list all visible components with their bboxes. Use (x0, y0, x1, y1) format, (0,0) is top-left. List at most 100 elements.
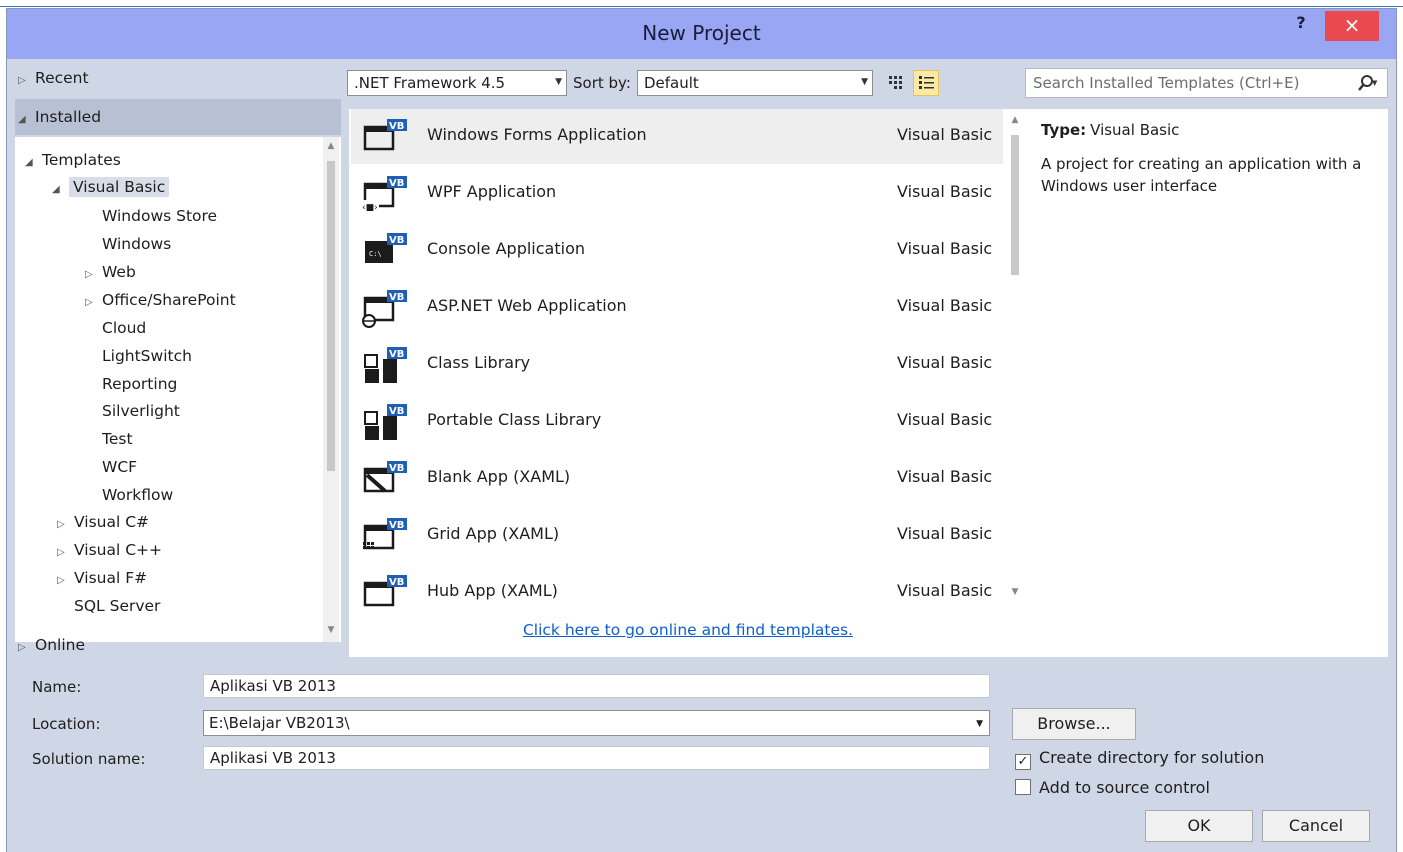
expand-icon: ▷ (18, 75, 26, 86)
create-directory-label: Create directory for solution (1039, 748, 1265, 767)
tree-item-label: Visual Basic (69, 177, 170, 197)
chevron-down-icon: ▼ (555, 77, 562, 87)
tree-item-office-sharepoint[interactable]: ▷ Office/SharePoint (85, 291, 236, 309)
type-value: Visual Basic (1090, 121, 1180, 139)
template-name: Windows Forms Application (427, 125, 647, 144)
project-name-input[interactable]: Aplikasi VB 2013 (203, 674, 990, 698)
template-language: Visual Basic (897, 296, 993, 315)
scroll-up-icon[interactable]: ▲ (1009, 115, 1021, 125)
svg-text:VB: VB (389, 178, 404, 189)
sort-select[interactable]: Default ▼ (637, 70, 873, 96)
small-icons-view-icon[interactable] (883, 70, 909, 96)
add-source-control-checkbox[interactable]: Add to source control (1015, 778, 1210, 797)
template-language: Visual Basic (897, 182, 993, 201)
solution-name-label: Solution name: (32, 750, 146, 768)
tree-scrollbar[interactable]: ▲ ▼ (323, 137, 339, 642)
template-row-grid-app[interactable]: VB Grid App (XAML) Visual Basic (351, 508, 1003, 563)
wpf-vb-icon: ‹■› VB (361, 174, 409, 216)
template-scrollbar[interactable]: ▲ ▼ (1007, 109, 1023, 607)
collapse-icon: ◢ (25, 157, 33, 168)
expand-icon: ▷ (57, 519, 65, 530)
tree-item-reporting[interactable]: Reporting (102, 375, 177, 393)
tree-scrollbar-thumb[interactable] (327, 161, 335, 471)
template-row-hub-app[interactable]: VB Hub App (XAML) Visual Basic (351, 565, 1003, 609)
tree-item-sql-server[interactable]: SQL Server (74, 597, 160, 615)
nav-online-label: Online (35, 636, 85, 654)
svg-text:VB: VB (389, 235, 404, 246)
template-scrollbar-thumb[interactable] (1011, 135, 1019, 275)
tree-item-visual-cpp[interactable]: ▷ Visual C++ (57, 541, 162, 559)
tree-item-templates[interactable]: ◢ Templates (25, 151, 121, 169)
template-row-class-library[interactable]: VB Class Library Visual Basic (351, 337, 1003, 392)
nav-installed-label: Installed (35, 108, 102, 126)
nav-online[interactable]: ▷ Online (18, 636, 85, 654)
template-name: Hub App (XAML) (427, 581, 558, 600)
tree-item-cloud[interactable]: Cloud (102, 319, 146, 337)
browse-button[interactable]: Browse... (1012, 708, 1136, 740)
chevron-down-icon: ▼ (861, 77, 868, 87)
svg-text:VB: VB (389, 520, 404, 531)
hub-app-vb-icon: VB (361, 573, 409, 609)
svg-text:VB: VB (389, 349, 404, 360)
expand-icon: ▷ (85, 269, 93, 280)
tree-item-label: Web (102, 263, 136, 281)
tree-item-lightswitch[interactable]: LightSwitch (102, 347, 192, 365)
template-row-blank-app[interactable]: VB Blank App (XAML) Visual Basic (351, 451, 1003, 506)
tree-item-label: Visual F# (74, 569, 148, 587)
tree-item-windows-store[interactable]: Windows Store (102, 207, 217, 225)
template-name: WPF Application (427, 182, 557, 201)
template-row-wpf[interactable]: ‹■› VB WPF Application Visual Basic (351, 166, 1003, 221)
help-button[interactable]: ? (1286, 13, 1316, 37)
template-language: Visual Basic (897, 353, 993, 372)
search-icon[interactable]: ▼ (1357, 73, 1379, 93)
title-bar: New Project ? × (7, 9, 1396, 59)
scroll-down-icon[interactable]: ▼ (325, 625, 337, 635)
template-toolbar: .NET Framework 4.5 ▼ Sort by: Default ▼ (347, 69, 967, 99)
tree-item-wcf[interactable]: WCF (102, 458, 137, 476)
template-row-windows-forms[interactable]: VB Windows Forms Application Visual Basi… (351, 109, 1003, 164)
template-row-aspnet[interactable]: VB ASP.NET Web Application Visual Basic (351, 280, 1003, 335)
list-view-icon[interactable] (913, 70, 939, 96)
tree-item-workflow[interactable]: Workflow (102, 486, 173, 504)
expand-icon: ▷ (18, 642, 26, 653)
template-tree: ◢ Templates ◢ Visual Basic Windows Store W… (15, 137, 341, 642)
nav-installed[interactable]: ◢ Installed (15, 99, 341, 135)
template-row-portable-class-library[interactable]: VB Portable Class Library Visual Basic (351, 394, 1003, 449)
tree-item-silverlight[interactable]: Silverlight (102, 402, 180, 420)
ok-button[interactable]: OK (1145, 810, 1253, 842)
portable-class-library-vb-icon: VB (361, 402, 409, 444)
search-input[interactable]: Search Installed Templates (Ctrl+E) ▼ (1025, 68, 1388, 98)
nav-recent[interactable]: ▷ Recent (18, 69, 89, 87)
tree-item-label: Templates (42, 151, 121, 169)
cancel-button[interactable]: Cancel (1262, 810, 1370, 842)
svg-text:VB: VB (389, 406, 404, 417)
template-language: Visual Basic (897, 125, 993, 144)
scroll-up-icon[interactable]: ▲ (325, 141, 337, 151)
expand-icon: ▷ (57, 547, 65, 558)
tree-item-label: Visual C++ (74, 541, 162, 559)
location-select[interactable]: E:\Belajar VB2013\ ▼ (203, 710, 990, 736)
checkbox-unchecked-icon (1015, 779, 1031, 795)
tree-item-visual-csharp[interactable]: ▷ Visual C# (57, 513, 149, 531)
template-row-console[interactable]: C:\ VB Console Application Visual Basic (351, 223, 1003, 278)
scroll-down-icon[interactable]: ▼ (1009, 587, 1021, 597)
online-templates-link[interactable]: Click here to go online and find templat… (523, 621, 853, 639)
close-button[interactable]: × (1325, 11, 1379, 41)
tree-item-visual-fsharp[interactable]: ▷ Visual F# (57, 569, 147, 587)
dialog-body: ▷ Recent ◢ Installed ◢ Templates ◢ Visual Ba… (7, 59, 1396, 662)
tree-item-test[interactable]: Test (102, 430, 133, 448)
svg-text:VB: VB (389, 463, 404, 474)
template-language: Visual Basic (897, 581, 993, 600)
tree-item-windows[interactable]: Windows (102, 235, 171, 253)
solution-name-input[interactable]: Aplikasi VB 2013 (203, 746, 990, 770)
name-label: Name: (32, 678, 82, 696)
location-value: E:\Belajar VB2013\ (209, 714, 350, 732)
tree-item-web[interactable]: ▷ Web (85, 263, 136, 281)
svg-text:‹■›: ‹■› (362, 203, 378, 213)
framework-select[interactable]: .NET Framework 4.5 ▼ (347, 70, 567, 96)
create-directory-checkbox[interactable]: ✓ Create directory for solution (1015, 748, 1264, 770)
expand-icon: ▷ (85, 297, 93, 308)
template-type: Type: Visual Basic (1041, 121, 1372, 139)
svg-text:VB: VB (389, 577, 404, 588)
tree-item-visual-basic[interactable]: ◢ Visual Basic (52, 177, 170, 197)
